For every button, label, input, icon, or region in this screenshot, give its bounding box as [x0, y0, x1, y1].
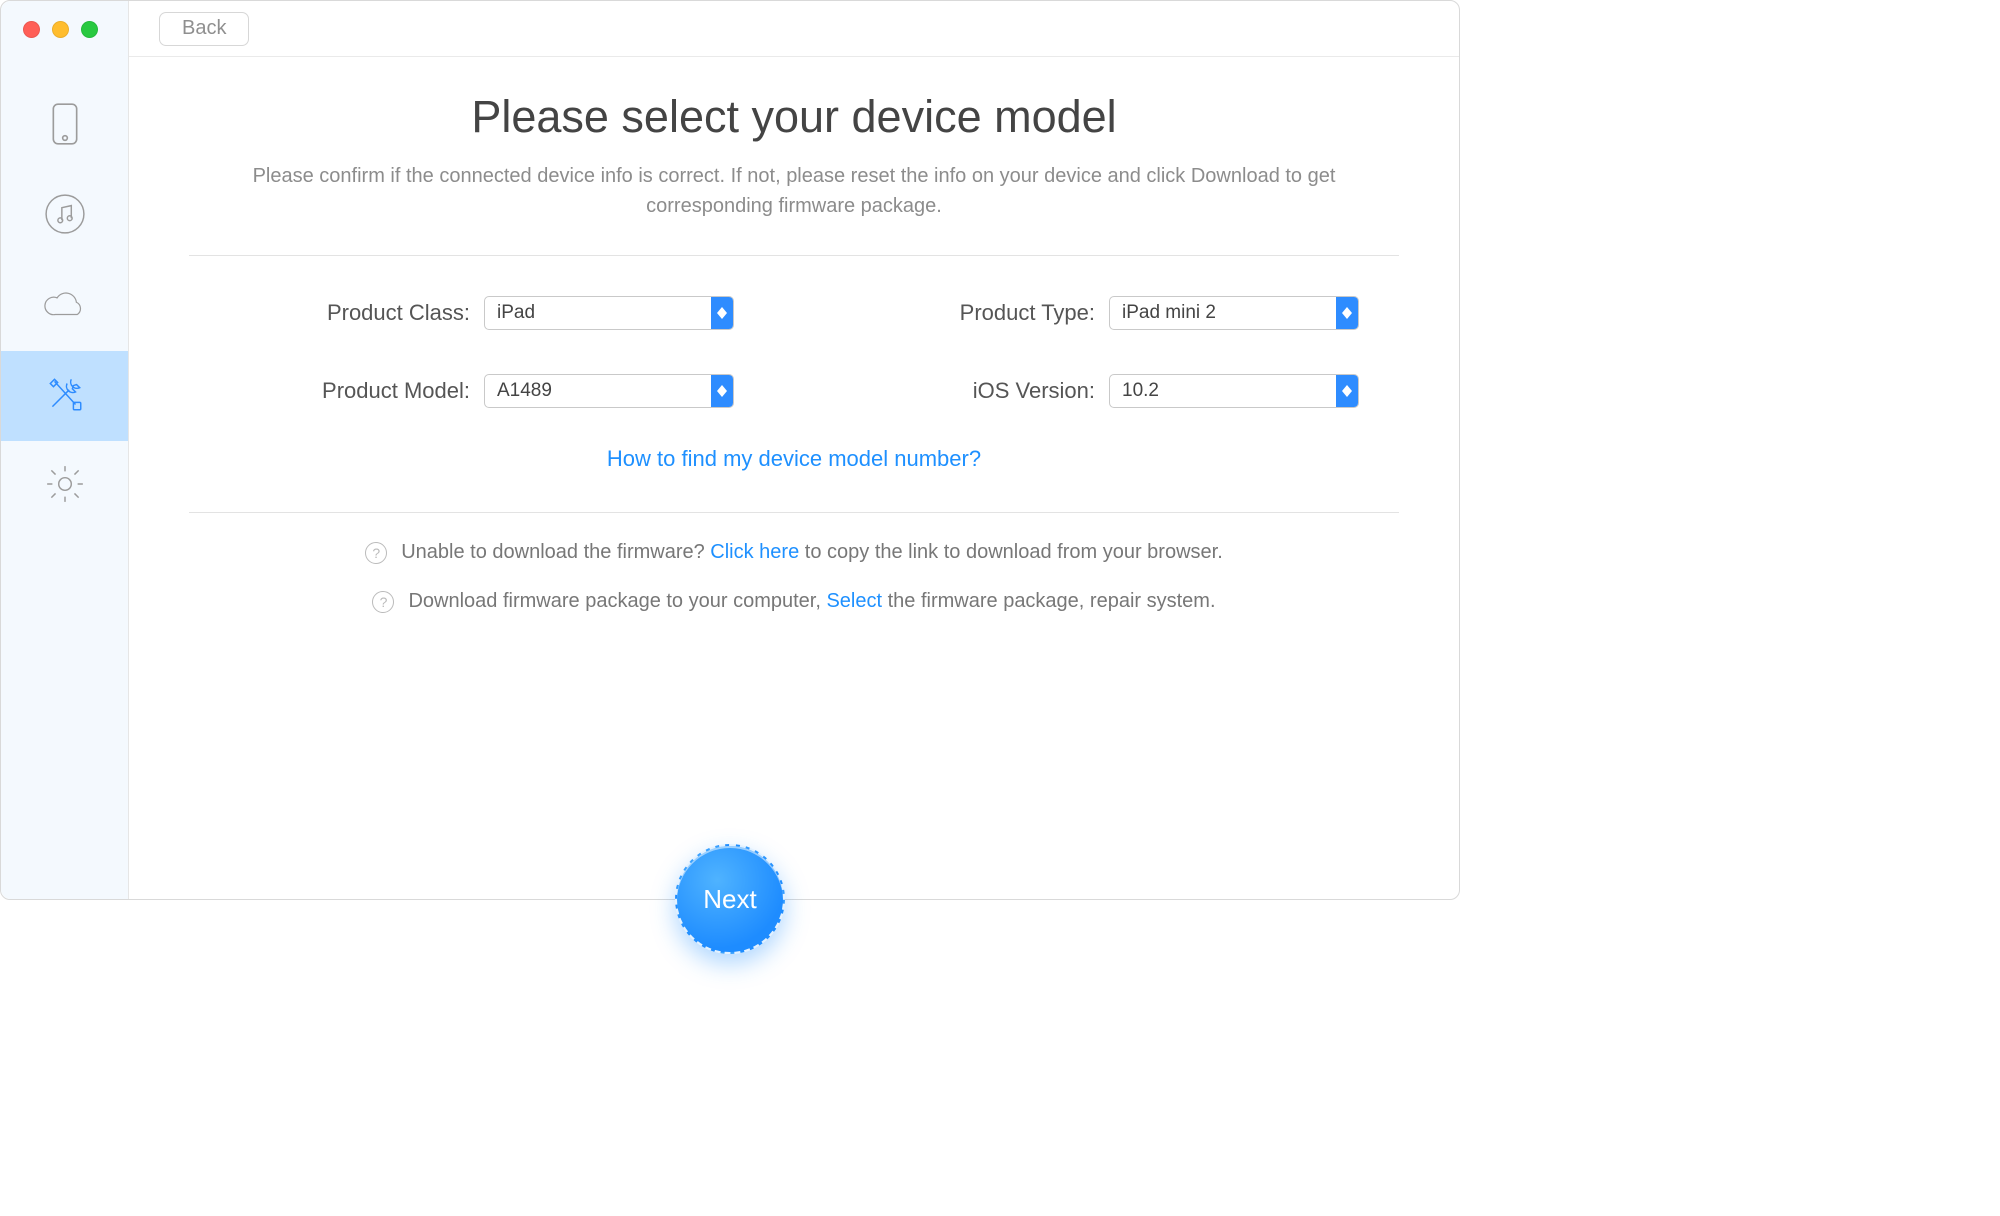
tip-1-link[interactable]: Click here: [710, 541, 799, 563]
stepper-arrows-icon: [711, 375, 733, 407]
sidebar: [1, 1, 129, 899]
window-controls: [23, 21, 98, 38]
product-class-value: iPad: [484, 296, 734, 330]
field-product-type: Product Type: iPad mini 2: [854, 296, 1359, 330]
sidebar-item-settings[interactable]: [1, 441, 128, 531]
field-ios-version: iOS Version: 10.2: [854, 374, 1359, 408]
ios-version-value: 10.2: [1109, 374, 1359, 408]
device-fields: Product Class: iPad Product Type: iPad m…: [189, 296, 1399, 408]
field-product-model: Product Model: A1489: [229, 374, 734, 408]
field-product-class: Product Class: iPad: [229, 296, 734, 330]
cloud-icon: [44, 283, 86, 330]
top-bar: Back: [129, 1, 1459, 57]
divider: [189, 512, 1399, 513]
find-model-link[interactable]: How to find my device model number?: [607, 446, 981, 471]
help-icon: ?: [372, 591, 394, 613]
phone-icon: [44, 103, 86, 150]
tip-2-after: the firmware package, repair system.: [882, 590, 1215, 612]
music-icon: [44, 193, 86, 240]
product-type-label: Product Type:: [960, 300, 1095, 326]
page-title: Please select your device model: [189, 91, 1399, 143]
stepper-arrows-icon: [711, 297, 733, 329]
tip-row-2: ? Download firmware package to your comp…: [199, 590, 1389, 613]
sidebar-item-tools[interactable]: [1, 351, 128, 441]
gear-icon: [44, 463, 86, 510]
tip-1-after: to copy the link to download from your b…: [799, 541, 1223, 563]
ios-version-label: iOS Version:: [973, 378, 1095, 404]
main-pane: Please select your device model Please c…: [129, 57, 1459, 899]
stepper-arrows-icon: [1336, 375, 1358, 407]
product-model-value: A1489: [484, 374, 734, 408]
tip-row-1: ? Unable to download the firmware? Click…: [199, 541, 1389, 564]
product-class-label: Product Class:: [327, 300, 470, 326]
minimize-window-button[interactable]: [52, 21, 69, 38]
back-button[interactable]: Back: [159, 12, 249, 46]
product-type-value: iPad mini 2: [1109, 296, 1359, 330]
tip-2-text: Download firmware package to your comput…: [408, 590, 1215, 613]
stepper-arrows-icon: [1336, 297, 1358, 329]
sidebar-item-music[interactable]: [1, 171, 128, 261]
help-icon: ?: [365, 542, 387, 564]
tips-section: ? Unable to download the firmware? Click…: [189, 541, 1399, 613]
tip-1-before: Unable to download the firmware?: [401, 541, 710, 563]
sidebar-item-cloud[interactable]: [1, 261, 128, 351]
zoom-window-button[interactable]: [81, 21, 98, 38]
next-button[interactable]: Next: [675, 844, 785, 954]
product-class-select[interactable]: iPad: [484, 296, 734, 330]
app-window: Back Please select your device model Ple…: [0, 0, 1460, 900]
divider: [189, 255, 1399, 256]
product-model-select[interactable]: A1489: [484, 374, 734, 408]
product-type-select[interactable]: iPad mini 2: [1109, 296, 1359, 330]
tip-1-text: Unable to download the firmware? Click h…: [401, 541, 1223, 564]
ios-version-select[interactable]: 10.2: [1109, 374, 1359, 408]
tools-icon: [44, 373, 86, 420]
tip-2-link[interactable]: Select: [826, 590, 882, 612]
sidebar-item-phone[interactable]: [1, 81, 128, 171]
product-model-label: Product Model:: [322, 378, 470, 404]
page-subtitle: Please confirm if the connected device i…: [189, 161, 1399, 221]
tip-2-before: Download firmware package to your comput…: [408, 590, 826, 612]
close-window-button[interactable]: [23, 21, 40, 38]
